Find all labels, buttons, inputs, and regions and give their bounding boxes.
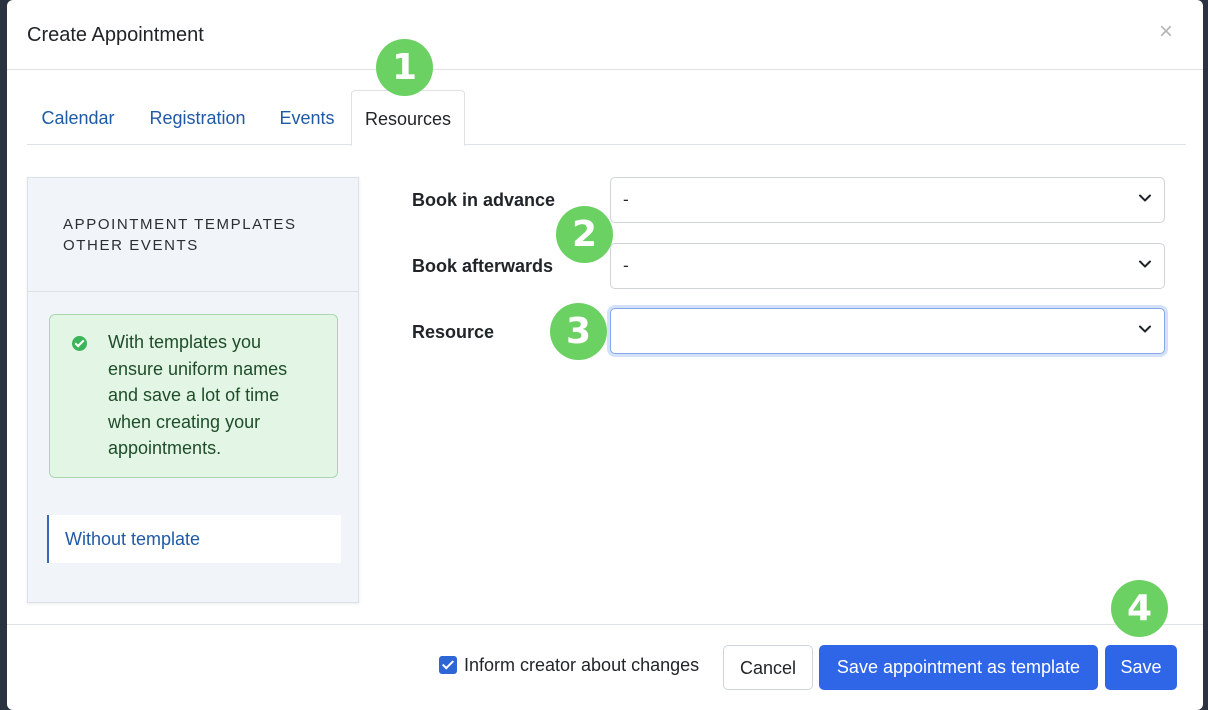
resource-label: Resource [412,322,495,342]
templates-info-alert: With templates you ensure uniform names … [49,314,338,478]
close-icon[interactable]: × [1159,20,1173,44]
templates-info-text: With templates you ensure uniform names … [108,332,288,458]
step-badge-4: 4 [1111,580,1168,637]
book-in-advance-label: Book in advance [412,190,556,210]
cancel-button[interactable]: Cancel [723,645,813,690]
sidebar-heading-line1: APPOINTMENT TEMPLATES [63,216,297,233]
dialog-footer: Inform creator about changes Cancel Save… [7,624,1203,710]
inform-creator-checkbox[interactable] [439,656,457,674]
inform-creator-label: Inform creator about changes [464,655,700,675]
book-afterwards-label: Book afterwards [412,256,554,276]
save-as-template-button[interactable]: Save appointment as template [819,645,1098,690]
tab-calendar[interactable]: Calendar [40,90,116,144]
tab-resources[interactable]: Resources [351,90,465,146]
dialog-title: Create Appointment [27,24,204,46]
dialog-header: Create Appointment × [7,0,1203,70]
book-afterwards-select[interactable]: - [610,243,1165,289]
step-badge-1: 1 [376,39,433,96]
book-in-advance-value: - [623,190,629,209]
chevron-down-icon [1139,325,1151,333]
sidebar-heading: APPOINTMENT TEMPLATES OTHER EVENTS [28,178,358,292]
template-item-without-template[interactable]: Without template [47,515,341,563]
sidebar-heading-line2: OTHER EVENTS [63,237,199,254]
check-circle-icon [72,336,87,351]
step-badge-2: 2 [556,206,613,263]
book-afterwards-value: - [623,256,629,275]
book-in-advance-select[interactable]: - [610,177,1165,223]
step-badge-3: 3 [550,303,607,360]
tab-registration[interactable]: Registration [147,90,248,144]
create-appointment-dialog: Create Appointment × Calendar Registrati… [7,0,1203,710]
templates-sidebar: APPOINTMENT TEMPLATES OTHER EVENTS With … [27,177,359,603]
tab-events[interactable]: Events [279,90,335,144]
save-button[interactable]: Save [1105,645,1177,690]
chevron-down-icon [1139,260,1151,268]
resource-select[interactable] [610,308,1165,354]
template-item-label: Without template [65,529,201,549]
tab-bar: Calendar Registration Events Resources [27,90,1186,146]
chevron-down-icon [1139,194,1151,202]
